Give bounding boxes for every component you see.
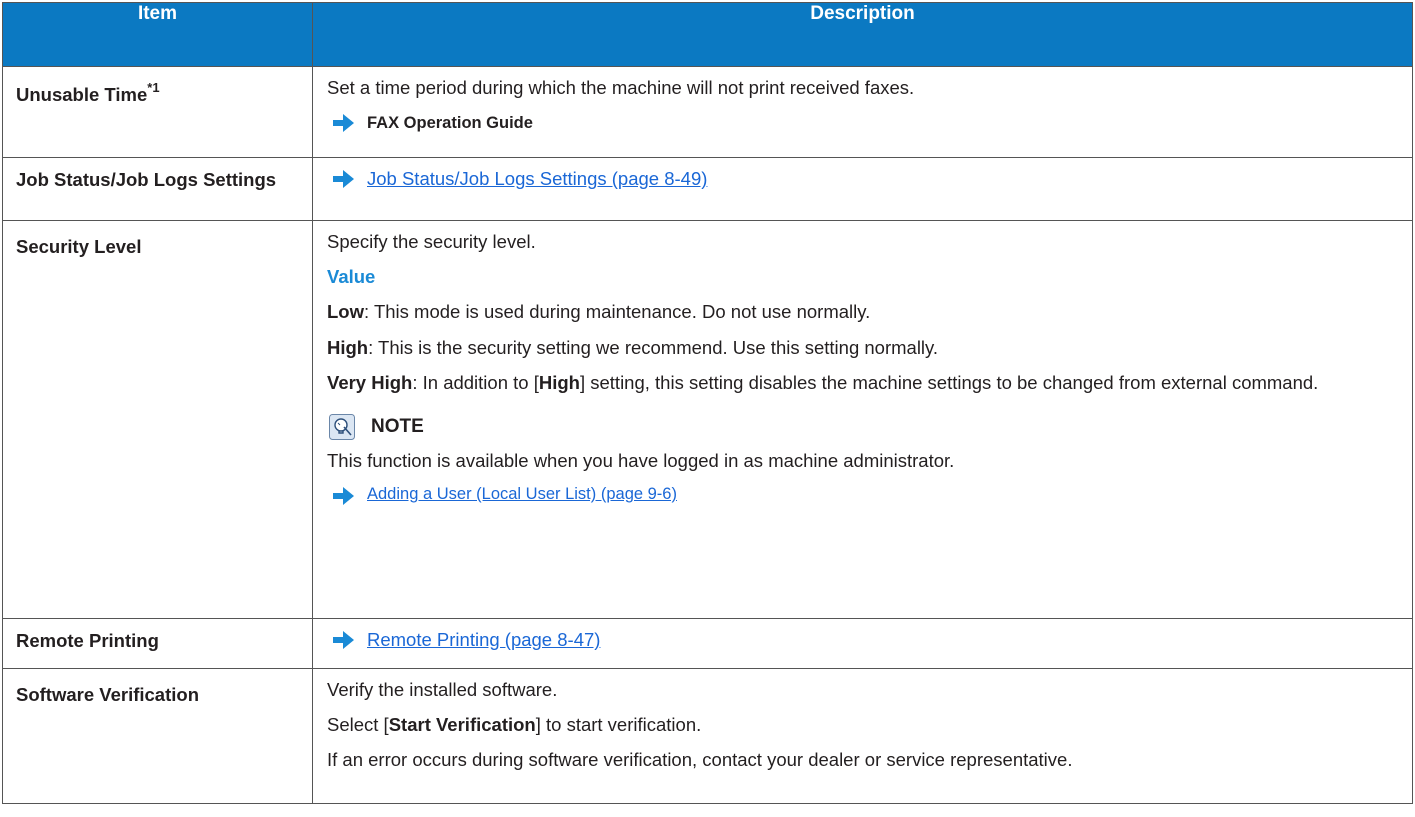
reference-line: Job Status/Job Logs Settings (page 8-49) [327, 168, 1402, 190]
reference-line: Remote Printing (page 8-47) [327, 629, 1402, 651]
description-cell: Specify the security level. Value Low: T… [312, 220, 1413, 619]
value-text: : This is the security setting we recomm… [368, 336, 939, 358]
remote-printing-link[interactable]: Remote Printing (page 8-47) [367, 629, 600, 651]
value-high: High: This is the security setting we re… [327, 337, 1402, 359]
item-label: Software Verification [16, 684, 199, 705]
description-text: Verify the installed software. [327, 679, 558, 700]
description-text: Set a time period during which the machi… [327, 77, 915, 98]
note-heading: NOTE [327, 413, 1402, 440]
item-label: Remote Printing [16, 630, 159, 651]
description-cell: Remote Printing (page 8-47) [312, 618, 1413, 669]
table-row: Unusable Time*1 Set a time period during… [2, 66, 1413, 158]
value-text: ] setting, this setting disables the mac… [579, 371, 1319, 393]
value-label: High [327, 336, 369, 358]
value-low: Low: This mode is used during maintenanc… [327, 301, 1402, 323]
value-label: Very High [327, 371, 413, 393]
item-cell: Unusable Time*1 [2, 66, 313, 158]
table-row: Security Level Specify the security leve… [2, 220, 1413, 619]
arrow-right-icon [333, 170, 354, 188]
item-cell: Job Status/Job Logs Settings [2, 157, 313, 221]
reference-line: FAX Operation Guide [327, 112, 1402, 134]
value-text: : In addition to [ [412, 371, 539, 393]
header-description: Description [312, 2, 1413, 67]
table-row: Job Status/Job Logs Settings Job Status/… [2, 157, 1413, 221]
job-status-link[interactable]: Job Status/Job Logs Settings (page 8-49) [367, 168, 707, 190]
adding-user-link[interactable]: Adding a User (Local User List) (page 9-… [367, 485, 677, 505]
text-part: Select [ [327, 714, 389, 736]
table-row: Software Verification Verify the install… [2, 668, 1413, 804]
lightbulb-icon [329, 413, 355, 440]
value-inline-bold: High [538, 371, 580, 393]
note-text: This function is available when you have… [327, 449, 955, 471]
text-part: ] to start verification. [535, 714, 702, 736]
description-cell: Job Status/Job Logs Settings (page 8-49) [312, 157, 1413, 221]
arrow-right-icon [333, 114, 354, 133]
reference-text: FAX Operation Guide [367, 114, 533, 133]
item-cell: Remote Printing [2, 618, 313, 669]
item-label: Job Status/Job Logs Settings [16, 169, 277, 190]
note-label: NOTE [371, 415, 424, 437]
settings-table: Item Description Unusable Time*1 Set a t… [2, 2, 1413, 804]
description-text: If an error occurs during software verif… [327, 749, 1073, 771]
value-label: Low [327, 301, 364, 323]
arrow-right-icon [333, 487, 354, 506]
item-label: Security Level [16, 236, 142, 257]
description-cell: Set a time period during which the machi… [312, 66, 1413, 158]
header-item: Item [2, 2, 313, 67]
table-header-row: Item Description [2, 2, 1413, 67]
item-label: Unusable Time [16, 84, 148, 106]
value-text: : This mode is used during maintenance. … [364, 301, 871, 323]
footnote-marker: *1 [147, 80, 160, 95]
item-cell: Software Verification [2, 668, 313, 804]
table-row: Remote Printing Remote Printing (page 8-… [2, 618, 1413, 669]
description-text: Specify the security level. [327, 231, 536, 252]
value-heading: Value [327, 266, 376, 288]
description-text: Select [Start Verification] to start ver… [327, 714, 1402, 736]
description-cell: Verify the installed software. Select [S… [312, 668, 1413, 804]
reference-line: Adding a User (Local User List) (page 9-… [327, 485, 1402, 507]
arrow-right-icon [333, 631, 354, 649]
value-very-high: Very High: In addition to [High] setting… [327, 372, 1402, 394]
item-cell: Security Level [2, 220, 313, 619]
start-verification-label: Start Verification [388, 714, 536, 736]
